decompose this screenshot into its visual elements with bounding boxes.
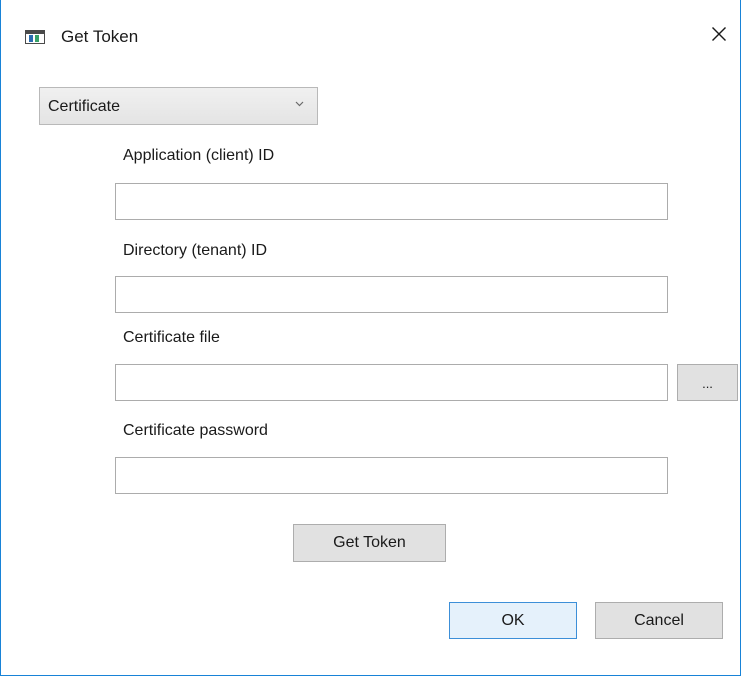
app-window-icon bbox=[25, 30, 45, 44]
title-bar[interactable]: Get Token bbox=[1, 0, 740, 75]
certificate-password-label: Certificate password bbox=[123, 422, 268, 439]
browse-button[interactable]: ... bbox=[677, 364, 738, 401]
close-icon bbox=[712, 27, 726, 41]
client-id-label: Application (client) ID bbox=[123, 147, 275, 164]
ok-button[interactable]: OK bbox=[449, 602, 577, 639]
tenant-id-label: Directory (tenant) ID bbox=[123, 242, 268, 259]
auth-method-selected: Certificate bbox=[48, 98, 121, 115]
certificate-file-input[interactable] bbox=[115, 364, 668, 401]
tenant-id-input[interactable] bbox=[115, 276, 668, 313]
window-title: Get Token bbox=[61, 27, 139, 46]
get-token-dialog: Get Token Certificate Application (clien… bbox=[0, 0, 741, 676]
chevron-down-icon bbox=[295, 101, 304, 107]
get-token-button[interactable]: Get Token bbox=[293, 524, 446, 562]
cancel-button[interactable]: Cancel bbox=[595, 602, 723, 639]
certificate-file-label: Certificate file bbox=[123, 329, 220, 346]
close-button[interactable] bbox=[699, 18, 739, 50]
certificate-password-input[interactable] bbox=[115, 457, 668, 494]
client-id-input[interactable] bbox=[115, 183, 668, 220]
auth-method-dropdown[interactable]: Certificate bbox=[39, 87, 318, 125]
